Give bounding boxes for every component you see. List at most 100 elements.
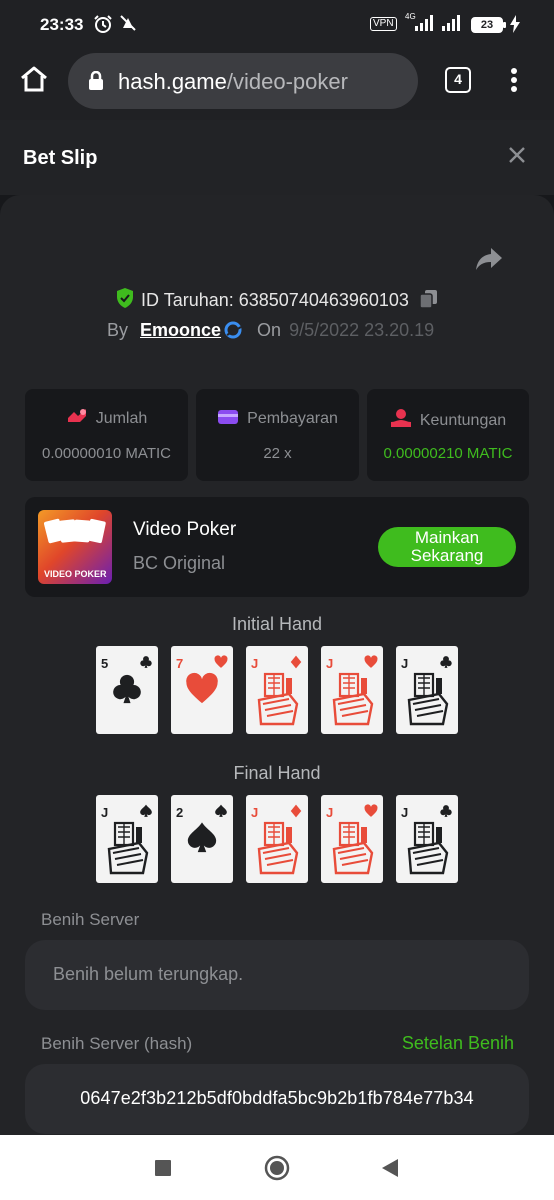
- url-host: hash.game: [118, 69, 227, 94]
- bet-byline: By Emoonce On 9/5/2022 23.20.19: [107, 320, 434, 341]
- card-rank: 5: [101, 656, 109, 671]
- card-rank: J: [251, 656, 259, 671]
- jack-illustration: [107, 821, 149, 875]
- playing-card: 2: [171, 795, 233, 883]
- server-seed-label: Benih Server: [41, 910, 140, 929]
- server-seed-field[interactable]: Benih belum terungkap.: [25, 940, 529, 1010]
- back-icon[interactable]: [380, 1158, 400, 1178]
- bet-id-text: ID Taruhan: 63850740463960103: [141, 290, 409, 310]
- server-seed-hash-label: Benih Server (hash): [41, 1034, 193, 1053]
- tab-switcher-button[interactable]: 4: [445, 67, 471, 93]
- card-suit-hearts-icon: [364, 804, 378, 817]
- vpn-indicator: VPN: [370, 17, 397, 31]
- card-suit-diamonds-icon: [290, 804, 302, 818]
- card-pip-spades-icon: [187, 822, 217, 853]
- jack-illustration: [332, 821, 374, 875]
- game-thumbnail: VIDEO POKER: [38, 510, 112, 584]
- browser-toolbar: hash.game/video-poker 4: [0, 50, 554, 120]
- stat-amount: Jumlah 0.00000010 MATIC: [25, 389, 188, 481]
- card-rank: J: [401, 656, 409, 671]
- bet-id-row: ID Taruhan: 63850740463960103: [0, 287, 554, 311]
- card-suit-hearts-icon: [364, 655, 378, 668]
- wifi-signal-icon: [442, 15, 460, 31]
- card-rank: J: [326, 656, 334, 671]
- stat-profit-value: 0.00000210 MATIC: [383, 445, 513, 462]
- jack-illustration: [257, 672, 299, 726]
- clock: 23:33: [40, 15, 84, 34]
- battery-indicator: 23: [471, 17, 506, 33]
- card-suit-clubs-icon: [440, 656, 452, 668]
- game-name: Video Poker: [133, 519, 237, 540]
- url-text: hash.game/video-poker: [118, 69, 348, 95]
- playing-card: J: [396, 646, 458, 734]
- copy-icon[interactable]: [419, 289, 439, 309]
- playing-card: J: [321, 795, 383, 883]
- address-bar[interactable]: hash.game/video-poker: [68, 53, 418, 109]
- alarm-icon: [94, 15, 112, 33]
- card-suit-hearts-icon: [214, 655, 228, 668]
- play-now-button[interactable]: Mainkan Sekarang: [378, 527, 516, 567]
- stat-profit-label: Keuntungan: [419, 412, 507, 429]
- stat-payout: Pembayaran 22 x: [196, 389, 359, 481]
- thumb-card: [85, 518, 107, 544]
- system-navigation-bar: [0, 1135, 554, 1200]
- jack-illustration: [257, 821, 299, 875]
- playing-card: J: [246, 795, 308, 883]
- home-icon[interactable]: [19, 65, 49, 93]
- close-icon[interactable]: [508, 146, 526, 164]
- card-rank: J: [326, 805, 334, 820]
- stat-payout-label: Pembayaran: [247, 410, 338, 427]
- card-rank: J: [251, 805, 259, 820]
- url-path: /video-poker: [226, 69, 348, 94]
- jack-illustration: [332, 672, 374, 726]
- game-provider: BC Original: [133, 553, 226, 573]
- playing-card: J: [96, 795, 158, 883]
- initial-hand-title: Initial Hand: [231, 614, 323, 634]
- card-rank: 7: [176, 656, 184, 671]
- playing-card: J: [321, 646, 383, 734]
- final-hand-title: Final Hand: [233, 763, 321, 783]
- server-seed-hash-field[interactable]: 0647e2f3b212b5df0bddfa5bc9b2b1fb784e77b3…: [25, 1064, 529, 1134]
- card-pip-clubs-icon: [113, 674, 141, 704]
- card-suit-diamonds-icon: [290, 655, 302, 669]
- card-rank: J: [401, 805, 409, 820]
- payout-card-icon: [218, 410, 239, 424]
- charging-icon: [510, 15, 520, 33]
- vip-badge-icon: [224, 321, 242, 339]
- card-suit-clubs-icon: [140, 656, 152, 668]
- page-title: Bet Slip: [23, 147, 98, 169]
- card-suit-spades-icon: [140, 804, 152, 817]
- bet-date: 9/5/2022 23.20.19: [289, 320, 435, 340]
- stat-amount-label-row: Jumlah: [25, 408, 188, 428]
- game-card: VIDEO POKER Video Poker BC Original Main…: [25, 497, 529, 597]
- server-seed-placeholder: Benih belum terungkap.: [53, 964, 244, 984]
- card-pip-hearts-icon: [186, 672, 218, 704]
- jack-illustration: [407, 821, 449, 875]
- menu-icon[interactable]: [508, 67, 520, 93]
- card-rank: 2: [176, 805, 184, 820]
- stat-profit-label-row: Keuntungan: [367, 408, 529, 430]
- lock-icon: [89, 71, 103, 90]
- stat-payout-label-row: Pembayaran: [196, 408, 359, 428]
- share-icon[interactable]: [474, 246, 504, 272]
- profit-icon: [390, 409, 411, 427]
- stat-amount-label: Jumlah: [95, 410, 148, 427]
- seed-settings-link[interactable]: Setelan Benih: [402, 1033, 514, 1054]
- user-link[interactable]: Emoonce: [140, 320, 221, 340]
- signal-icon: [415, 15, 433, 31]
- bet-slip-header: Bet Slip: [0, 120, 554, 195]
- on-label: On: [257, 320, 282, 340]
- status-bar: 23:33 VPN 4G 23: [0, 0, 554, 50]
- card-suit-clubs-icon: [440, 805, 452, 817]
- playing-card: 5: [96, 646, 158, 734]
- playing-card: J: [396, 795, 458, 883]
- stat-profit: Keuntungan 0.00000210 MATIC: [367, 389, 529, 481]
- card-rank: J: [101, 805, 109, 820]
- home-nav-icon[interactable]: [264, 1155, 290, 1181]
- recents-icon[interactable]: [154, 1159, 172, 1177]
- amount-icon: [67, 409, 86, 422]
- notification-icon: [120, 15, 136, 31]
- jack-illustration: [407, 672, 449, 726]
- playing-card: J: [246, 646, 308, 734]
- card-suit-spades-icon: [215, 804, 227, 817]
